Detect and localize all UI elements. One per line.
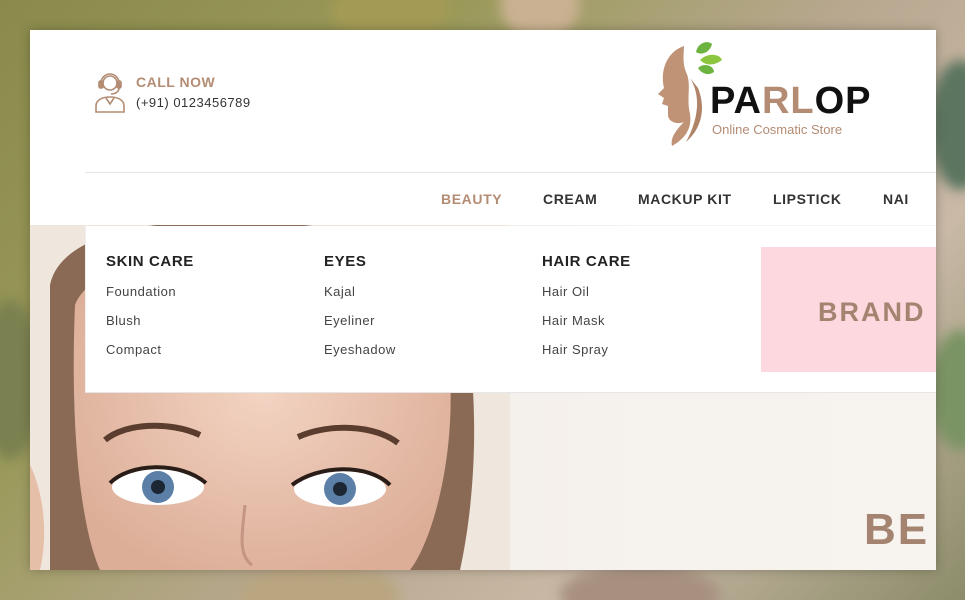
logo-part-2: RL: [761, 80, 815, 122]
column-title: EYES: [324, 253, 367, 270]
menu-column-hair-care: HAIR CARE Hair Oil Hair Mask Hair Spray: [542, 253, 631, 371]
main-nav: BEAUTY CREAM MACKUP KIT LIPSTICK NAI: [30, 185, 936, 215]
header-divider: [85, 172, 936, 173]
hero-headline: BE: [864, 505, 930, 554]
phone-number[interactable]: (+91) 0123456789: [136, 95, 251, 110]
menu-link-hair-mask[interactable]: Hair Mask: [542, 313, 631, 329]
nav-item-beauty[interactable]: BEAUTY: [441, 191, 502, 207]
menu-link-compact[interactable]: Compact: [106, 342, 194, 358]
nav-item-lipstick[interactable]: LIPSTICK: [773, 191, 842, 207]
page-frame: CALL NOW (+91) 0123456789 PARLOP Online …: [30, 30, 936, 570]
column-title: HAIR CARE: [542, 253, 631, 270]
nav-item-cream[interactable]: CREAM: [543, 191, 597, 207]
call-now-title: CALL NOW: [136, 74, 216, 90]
support-agent-icon: [95, 73, 125, 113]
menu-link-eyeshadow[interactable]: Eyeshadow: [324, 342, 396, 358]
call-now-text: CALL NOW (+91) 0123456789: [136, 74, 251, 110]
menu-column-eyes: EYES Kajal Eyeliner Eyeshadow: [324, 253, 396, 371]
menu-link-foundation[interactable]: Foundation: [106, 284, 194, 300]
menu-column-skin-care: SKIN CARE Foundation Blush Compact: [106, 253, 194, 371]
mega-menu: SKIN CARE Foundation Blush Compact EYES …: [85, 226, 936, 393]
menu-link-blush[interactable]: Blush: [106, 313, 194, 329]
nav-item-nails[interactable]: NAI: [883, 191, 909, 207]
menu-link-eyeliner[interactable]: Eyeliner: [324, 313, 396, 329]
logo-wordmark: PARLOP: [710, 80, 872, 123]
nav-item-mackup-kit[interactable]: MACKUP KIT: [638, 191, 732, 207]
brand-promo-banner[interactable]: BRAND: [761, 247, 936, 372]
menu-link-kajal[interactable]: Kajal: [324, 284, 396, 300]
backdrop-blur: [240, 565, 400, 600]
menu-link-hair-oil[interactable]: Hair Oil: [542, 284, 631, 300]
logo-part-3: OP: [814, 80, 872, 122]
logo-part-1: PA: [710, 80, 762, 122]
backdrop-blur: [560, 565, 720, 600]
site-logo[interactable]: PARLOP Online Cosmatic Store: [656, 38, 871, 148]
promo-headline: BRAND: [818, 297, 926, 327]
logo-tagline: Online Cosmatic Store: [712, 122, 843, 137]
column-title: SKIN CARE: [106, 253, 194, 270]
menu-link-hair-spray[interactable]: Hair Spray: [542, 342, 631, 358]
call-now-block[interactable]: CALL NOW (+91) 0123456789: [92, 70, 251, 114]
